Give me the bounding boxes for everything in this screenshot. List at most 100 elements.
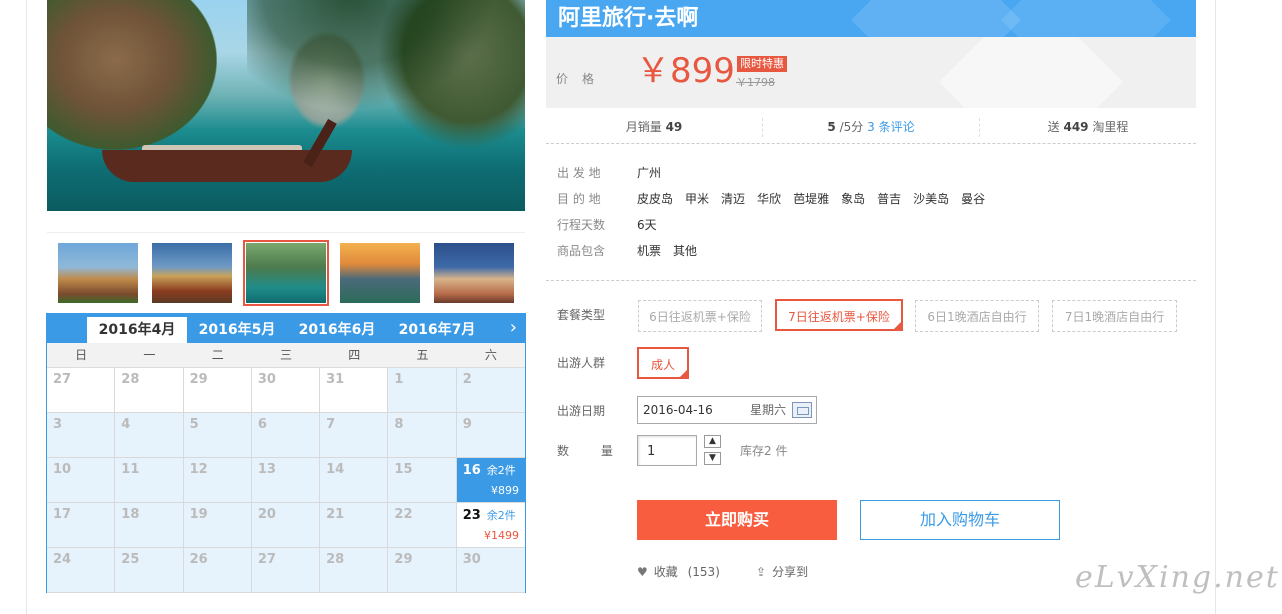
calendar-day[interactable]: 3 [47,413,116,458]
day-number: 8 [394,417,404,432]
day-number: 23 [462,508,481,523]
calendar-day[interactable]: 23 余2件 ¥1499 [456,503,525,548]
calendar-day[interactable]: 30 [251,368,321,413]
calendar-day[interactable]: 28 [320,548,389,593]
calendar-day[interactable]: 4 [115,413,184,458]
stats-bar: 月销量 49 5 /5分 3 条评论 送 449 淘里程 [546,112,1196,144]
calendar-day[interactable]: 27 [251,548,321,593]
weekday-label: 六 [484,348,497,362]
includes-item: 机票 [637,244,662,258]
quantity-input[interactable]: 1 [637,435,697,466]
calendar-day[interactable]: 20 [251,503,321,548]
package-label: 套餐类型 [557,308,606,322]
date-picker-input[interactable]: 2016-04-16 星期六 [637,396,817,424]
calendar-day[interactable]: 18 [115,503,184,548]
promo-badge: 限时特惠 [737,56,787,72]
points-suffix: 淘里程 [1092,120,1129,134]
rating: 5 /5分 3 条评论 [763,118,980,137]
calendar-day[interactable]: 30 [456,548,525,593]
calendar-day[interactable]: 21 [320,503,389,548]
calendar-day[interactable]: 13 [251,458,321,503]
chevron-right-icon[interactable]: › [510,318,517,338]
day-number: 12 [189,462,208,477]
calendar-day[interactable]: 27 [47,368,116,413]
weekday-label: 三 [279,348,292,362]
calendar-day[interactable]: 29 [183,368,252,413]
calendar-day[interactable]: 25 [115,548,184,593]
calendar-day[interactable]: 7 [320,413,389,458]
day-number: 6 [257,417,267,432]
date-weekday: 星期六 [749,403,786,417]
travelers-label: 出游人群 [557,356,606,370]
calendar-day[interactable]: 17 [47,503,116,548]
day-number: 10 [53,462,72,477]
thumbnail-4[interactable] [340,243,420,303]
tab-month-june[interactable]: 2016年6月 [287,317,387,343]
includes-item: 其他 [673,244,698,258]
destination-item: 皮皮岛 [637,192,674,206]
traveler-option-adult[interactable]: 成人 [637,347,689,379]
points-prefix: 送 [1047,120,1060,134]
calendar-day[interactable]: 12 [183,458,252,503]
calendar-day[interactable]: 8 [388,413,457,458]
decrement-button[interactable]: ▼ [704,452,721,465]
add-to-cart-button[interactable]: 加入购物车 [860,500,1060,540]
share-button[interactable]: ⇪ 分享到 [756,563,808,580]
day-number: 11 [121,462,140,477]
tab-month-july[interactable]: 2016年7月 [387,317,487,343]
day-number: 21 [326,507,345,522]
calendar-day[interactable]: 16 余2件 ¥899 [456,458,525,503]
calendar-icon[interactable] [792,402,812,418]
weekday-label: 日 [75,348,88,362]
package-option-6day-flight[interactable]: 6日往返机票+保险 [638,300,762,332]
calendar-day[interactable]: 26 [183,548,252,593]
destination-item: 清迈 [721,192,746,206]
calendar-day[interactable]: 24 [47,548,116,593]
day-number: 7 [326,417,336,432]
thumbnail-3-selected[interactable] [243,240,329,306]
date-label: 出游日期 [557,404,606,418]
tab-month-april[interactable]: 2016年4月 [87,317,187,343]
product-page: 2016年4月 2016年5月 2016年6月 2016年7月 › 日 一 二 … [0,0,1282,614]
day-number: 22 [394,507,413,522]
calendar-day[interactable]: 10 [47,458,116,503]
thumbnail-1[interactable] [58,243,138,303]
day-number: 28 [121,372,140,387]
weekday-label: 五 [416,348,429,362]
package-option-7day-flight[interactable]: 7日往返机票+保险 [775,299,903,331]
calendar-day[interactable]: 1 [388,368,457,413]
thumbnail-5[interactable] [434,243,514,303]
calendar-day[interactable]: 5 [183,413,252,458]
days-value: 6天 [637,218,657,232]
reviews-link[interactable]: 3 条评论 [867,120,914,134]
calendar-grid: 27 28 29 30 31 1 2 3 4 5 6 7 8 9 10 11 12 13 14 15 16 余2件 ¥899… [47,368,525,593]
calendar-day[interactable]: 28 [115,368,184,413]
rating-score: 5 [827,120,836,134]
day-number: 30 [462,552,481,567]
day-number: 13 [257,462,276,477]
package-option-7day-hotel[interactable]: 7日1晚酒店自由行 [1052,300,1177,332]
calendar-day[interactable]: 9 [456,413,525,458]
day-number: 29 [394,552,413,567]
day-number: 18 [121,507,140,522]
day-number: 19 [189,507,208,522]
favorite-button[interactable]: ♥ 收藏 (153) [637,563,720,580]
calendar-day[interactable]: 29 [388,548,457,593]
increment-button[interactable]: ▲ [704,435,721,448]
includes-label: 商品包含 [557,244,606,258]
calendar-day[interactable]: 6 [251,413,321,458]
tab-month-may[interactable]: 2016年5月 [187,317,287,343]
buy-now-button[interactable]: 立即购买 [637,500,837,540]
calendar-day[interactable]: 31 [320,368,389,413]
weekday-header: 日 一 二 三 四 五 六 [47,343,525,368]
calendar-day[interactable]: 2 [456,368,525,413]
thumbnail-2[interactable] [152,243,232,303]
destination-item: 甲米 [685,192,710,206]
calendar-day[interactable]: 14 [320,458,389,503]
calendar-day[interactable]: 11 [115,458,184,503]
package-option-6day-hotel[interactable]: 6日1晚酒店自由行 [915,300,1039,332]
calendar-day[interactable]: 22 [388,503,457,548]
calendar-day[interactable]: 19 [183,503,252,548]
calendar-day[interactable]: 15 [388,458,457,503]
site-watermark: eLvXing.net [1075,560,1280,595]
